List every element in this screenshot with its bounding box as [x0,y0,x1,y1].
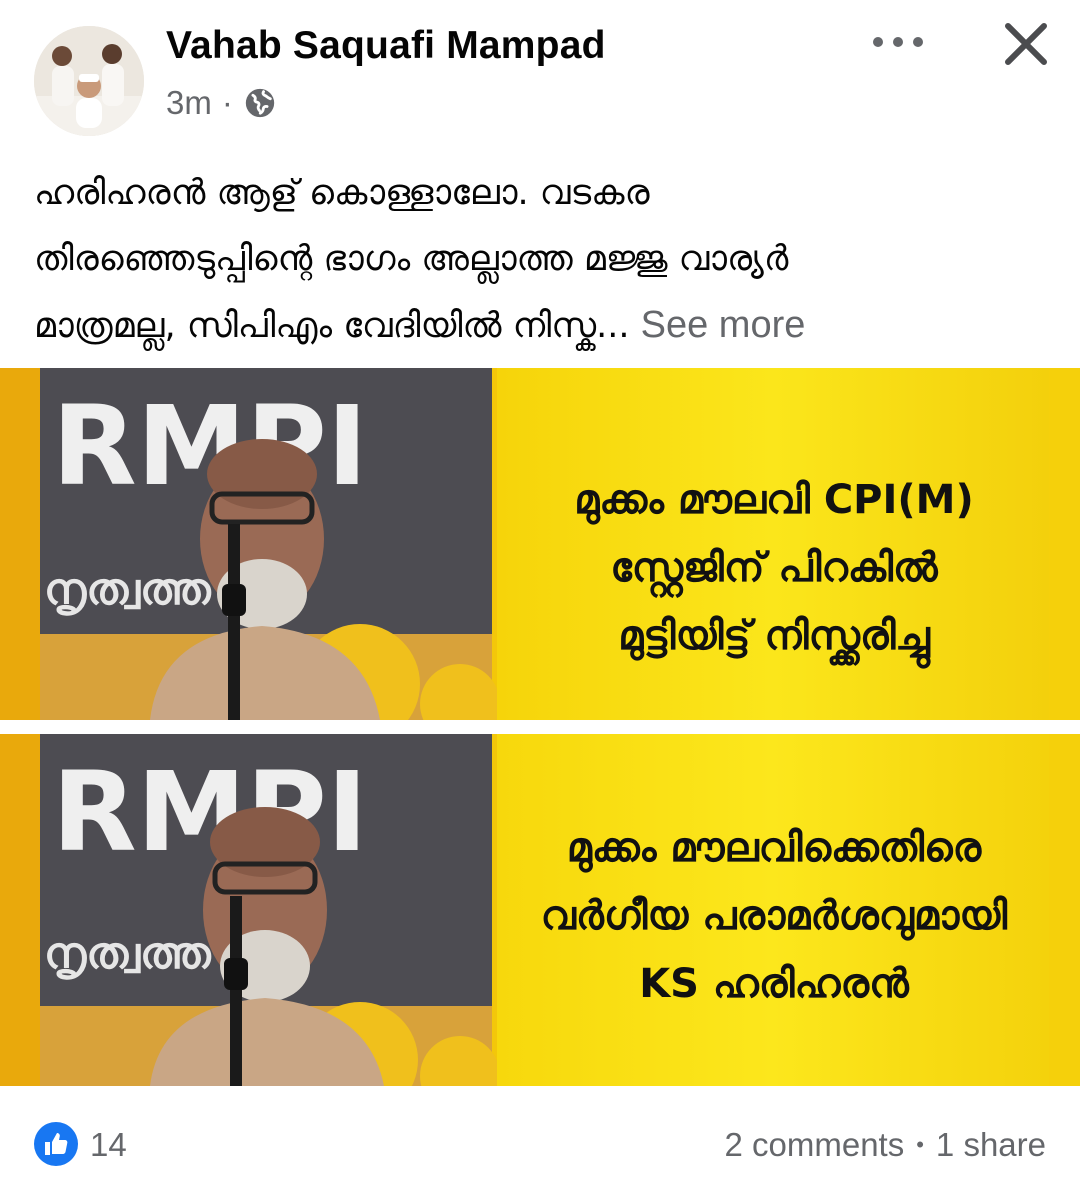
caption-line: മുക്കം മൗലവിക്കെതിരെ [566,825,982,871]
news-caption: മുക്കം മൗലവി CPI(M) സ്റ്റേജിന് പിറകിൽ മു… [500,466,1048,670]
avatar[interactable] [34,26,144,136]
caption-line: വർഗീയ പരാമർശവുമായി [540,893,1008,939]
post-text-line: തിരഞ്ഞെടുപ്പിന്റെ ഭാഗം അല്ലാത്ത മജ്ജു വാ… [34,239,789,279]
shares-link[interactable]: 1 share [936,1126,1046,1164]
post-media[interactable]: RMPI നൃത്വത്ത മുക്കം മൗലവി CPI(M) സ്റ്റേ… [0,364,1080,1090]
post-text: ഹരിഹരൻ ആള് കൊള്ളാലോ. വടകര തിരഞ്ഞെടുപ്പിന… [34,160,1054,359]
caption-line: സ്റ്റേജിന് പിറകിൽ [610,545,938,591]
side-text: നൃത്വത്ത [44,928,212,980]
news-screenshot-1[interactable]: RMPI നൃത്വത്ത മുക്കം മൗലവി CPI(M) സ്റ്റേ… [0,364,1080,720]
caption-line: KS ഹരിഹരൻ [639,961,909,1007]
facebook-post: Vahab Saquafi Mampad 3m · ഹരിഹരൻ ആള് കൊള… [0,0,1080,1179]
more-options-button[interactable] [862,20,934,64]
see-more-link[interactable]: See more [641,304,806,346]
banner-text: RMPI [52,748,368,876]
post-text-line: ഹരിഹരൻ ആള് കൊള്ളാലോ. വടകര [34,173,650,213]
post-timestamp[interactable]: 3m [166,84,212,122]
close-icon [1005,23,1047,65]
side-text: നൃത്വത്ത [44,564,212,616]
post-footer: 14 2 comments • 1 share [0,1096,1080,1179]
like-count[interactable]: 14 [90,1126,127,1164]
like-icon[interactable] [34,1122,78,1166]
news-screenshot-2[interactable]: RMPI നൃത്വത്ത മുക്കം മൗലവിക്കെതിരെ വർഗീയ… [0,730,1080,1086]
caption-line: മുട്ടിയിട്ട് നിസ്ക്കരിച്ചു [618,613,930,659]
news-caption: മുക്കം മൗലവിക്കെതിരെ വർഗീയ പരാമർശവുമായി … [500,814,1048,1018]
globe-icon[interactable] [243,86,277,120]
comments-link[interactable]: 2 comments [724,1126,904,1164]
author-name[interactable]: Vahab Saquafi Mampad [166,24,606,68]
engagement-stats: 2 comments • 1 share [724,1126,1046,1164]
post-text-line: മാത്രമല്ല, സിപിഎം വേദിയിൽ നിസ്ക... See m… [34,292,1054,359]
close-button[interactable] [996,14,1056,74]
stats-separator: • [916,1132,924,1157]
post-text-truncated: മാത്രമല്ല, സിപിഎം വേദിയിൽ നിസ്ക... [34,306,630,346]
post-meta: 3m · [166,84,277,122]
avatar-photo [34,26,144,136]
caption-line: മുക്കം മൗലവി CPI(M) [574,477,974,523]
meta-separator: · [221,84,233,121]
banner-text: RMPI [52,382,368,510]
more-icon [873,37,923,47]
